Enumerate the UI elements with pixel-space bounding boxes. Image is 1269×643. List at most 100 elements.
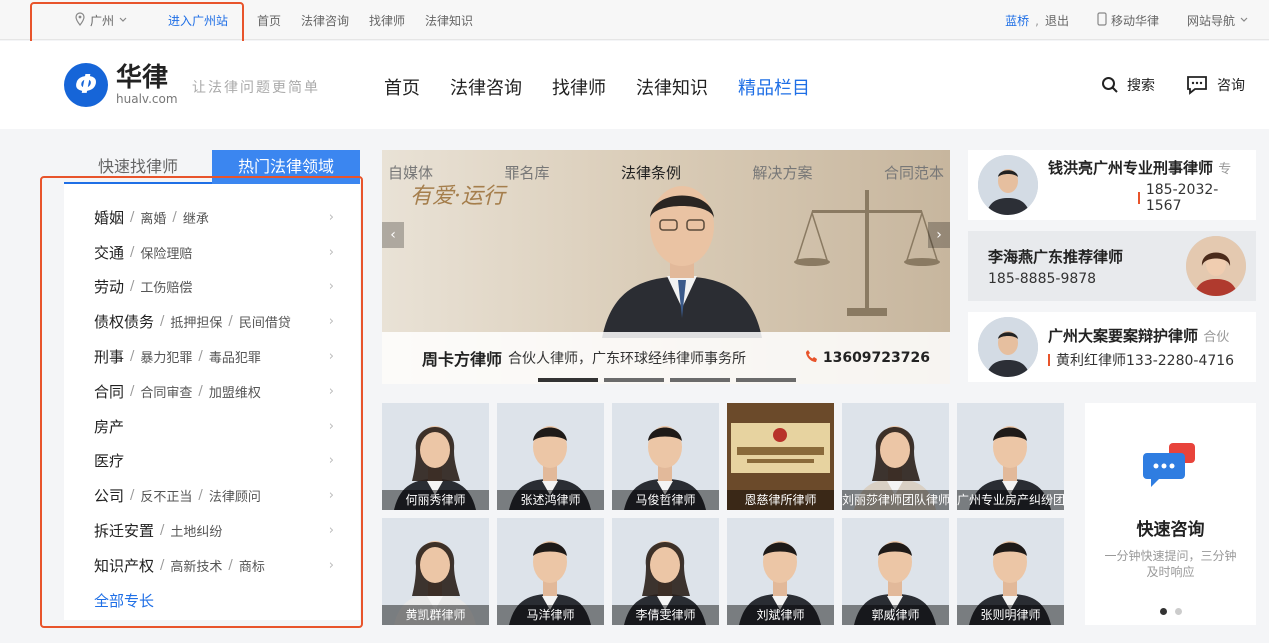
- lawyer-avatar: [1186, 236, 1246, 296]
- featured-lawyer-card-2[interactable]: 李海燕广东推荐律师 185-8885-9878: [968, 231, 1256, 301]
- site-slogan: 让法律问题更简单: [192, 80, 320, 96]
- search-button[interactable]: 搜索: [1101, 75, 1155, 95]
- top-right: 蓝桥 , 退出 移动华律 网站导航: [1005, 12, 1249, 29]
- main-header: Φ 华律 hualv.com 让法律问题更简单 首页 法律咨询 找律师 法律知识…: [0, 41, 1269, 129]
- nav-featured[interactable]: 精品栏目: [738, 74, 810, 100]
- quick-indicator-1[interactable]: [1159, 608, 1167, 615]
- banner-phone-number: 13609723726: [822, 350, 930, 366]
- lawyer-name[interactable]: 李倩雯律师: [612, 605, 719, 625]
- top-nav-consult[interactable]: 法律咨询: [301, 12, 349, 29]
- nav-consult[interactable]: 法律咨询: [450, 74, 522, 100]
- lawyer-grid: 何丽秀律师 张述鸿律师 马俊哲律师 恩慈律所律师 刘丽莎律师团队律师 广州专业房产纠纷团黄…: [382, 403, 1066, 625]
- lawyer-name[interactable]: 黄凯群律师: [382, 605, 489, 625]
- chat-bubble-icon: [1142, 441, 1199, 491]
- lawyer-name[interactable]: 郭威律师: [842, 605, 949, 625]
- lawyer-card[interactable]: 马洋律师: [497, 518, 604, 625]
- phone-marker: [1138, 191, 1140, 204]
- consult-button[interactable]: 咨询: [1185, 75, 1245, 95]
- quick-indicator-2[interactable]: [1174, 608, 1182, 615]
- phone-marker: [1048, 353, 1050, 366]
- nav-knowledge[interactable]: 法律知识: [636, 74, 708, 100]
- lawyer-name[interactable]: 何丽秀律师: [382, 490, 489, 510]
- banner-tab-contracts[interactable]: 合同范本: [884, 162, 944, 183]
- lawyer-card[interactable]: 刘丽莎律师团队律师: [842, 403, 949, 510]
- banner-tab-laws[interactable]: 法律条例: [621, 162, 681, 183]
- site-nav-label: 网站导航: [1186, 14, 1235, 28]
- featured-lawyer-card-1[interactable]: 钱洪亮广州专业刑事律师 专 185-2032-1567: [968, 150, 1256, 220]
- quick-consult-title: 快速咨询: [1136, 520, 1205, 540]
- chat-icon: [1185, 75, 1209, 95]
- lawyer-name[interactable]: 马洋律师: [497, 605, 604, 625]
- lawyer-name[interactable]: 广州专业房产纠纷团: [957, 490, 1064, 510]
- site-logo[interactable]: Φ 华律 hualv.com: [64, 63, 178, 107]
- lawyer-card[interactable]: 张述鸿律师: [497, 403, 604, 510]
- lawyer-card[interactable]: 黄凯群律师: [382, 518, 489, 625]
- mobile-label: 移动华律: [1110, 14, 1159, 28]
- banner-tab-crimes[interactable]: 罪名库: [504, 162, 549, 183]
- lawyer-name[interactable]: 马俊哲律师: [612, 490, 719, 510]
- highlight-box-categories: [40, 176, 363, 628]
- main-nav: 首页 法律咨询 找律师 法律知识 精品栏目: [384, 74, 810, 100]
- banner-indicators: [538, 378, 796, 382]
- nav-find-lawyer[interactable]: 找律师: [552, 74, 606, 100]
- header-actions: 搜索 咨询: [1101, 75, 1245, 95]
- hero-banner[interactable]: 自媒体 罪名库 法律条例 解决方案 合同范本 有爱·运行 ‹ › 周卡方律师 合…: [382, 150, 950, 384]
- lawyer-card[interactable]: 恩慈律所律师: [727, 403, 834, 510]
- logo-cn: 华律: [116, 63, 169, 93]
- lawyer-card[interactable]: 李倩雯律师: [612, 518, 719, 625]
- lawyer-card[interactable]: 广州专业房产纠纷团: [957, 403, 1064, 510]
- logout-link[interactable]: 退出: [1045, 12, 1069, 29]
- banner-indicator-3[interactable]: [670, 378, 730, 382]
- lawyer-portrait-image: [602, 186, 762, 338]
- card-phone: 黄利红律师133-2280-4716: [1056, 352, 1235, 369]
- card-subtitle: 专: [1218, 161, 1232, 177]
- lawyer-card[interactable]: 张则明律师: [957, 518, 1064, 625]
- lawyer-card[interactable]: 郭威律师: [842, 518, 949, 625]
- phone-icon: [1097, 12, 1107, 29]
- lawyer-avatar: [978, 155, 1038, 215]
- lawyer-name[interactable]: 张述鸿律师: [497, 490, 604, 510]
- banner-indicator-1[interactable]: [538, 378, 598, 382]
- card-phone: 185-2032-1567: [1145, 181, 1219, 214]
- banner-lawyer-name[interactable]: 周卡方律师: [422, 346, 502, 370]
- quick-consult-desc: 一分钟快速提问，三分钟及时响应: [1104, 549, 1237, 579]
- quick-consult-indicators: [1085, 608, 1256, 615]
- banner-tab-solutions[interactable]: 解决方案: [752, 162, 812, 183]
- top-nav-find-lawyer[interactable]: 找律师: [369, 12, 405, 29]
- banner-lawyer-desc: 合伙人律师，广东环球经纬律师事务所: [508, 351, 747, 367]
- nav-home[interactable]: 首页: [384, 74, 420, 100]
- card-phone: 185-8885-9878: [988, 270, 1097, 287]
- lawyer-name[interactable]: 刘斌律师: [727, 605, 834, 625]
- consult-label: 咨询: [1217, 78, 1245, 94]
- banner-indicator-4[interactable]: [736, 378, 796, 382]
- banner-next-button[interactable]: ›: [928, 222, 950, 248]
- lawyer-name[interactable]: 张则明律师: [957, 605, 1064, 625]
- top-nav-home[interactable]: 首页: [257, 12, 281, 29]
- lawyer-name[interactable]: 恩慈律所律师: [727, 490, 834, 510]
- lawyer-name[interactable]: 刘丽莎律师团队律师: [842, 490, 949, 510]
- banner-prev-button[interactable]: ‹: [382, 222, 404, 248]
- search-icon: [1101, 76, 1119, 94]
- banner-indicator-2[interactable]: [604, 378, 664, 382]
- banner-caption: 周卡方律师 合伙人律师，广东环球经纬律师事务所 13609723726: [382, 332, 950, 384]
- lawyer-avatar: [978, 317, 1038, 377]
- phone-call-icon: [805, 349, 819, 367]
- logo-icon: Φ: [64, 63, 108, 107]
- lawyer-card[interactable]: 马俊哲律师: [612, 403, 719, 510]
- justice-scale-image: [794, 190, 940, 316]
- mobile-link[interactable]: 移动华律: [1097, 12, 1159, 29]
- lawyer-card[interactable]: 刘斌律师: [727, 518, 834, 625]
- featured-lawyer-card-3[interactable]: 广州大案要案辩护律师 合伙 黄利红律师133-2280-4716: [968, 312, 1256, 382]
- search-label: 搜索: [1127, 78, 1155, 94]
- top-nav-knowledge[interactable]: 法律知识: [425, 12, 473, 29]
- lawyer-card[interactable]: 何丽秀律师: [382, 403, 489, 510]
- banner-slogan: 有爱·运行: [410, 184, 505, 209]
- username-link[interactable]: 蓝桥: [1005, 12, 1029, 29]
- quick-consult-card[interactable]: 快速咨询 一分钟快速提问，三分钟及时响应: [1085, 403, 1256, 625]
- logo-en: hualv.com: [116, 92, 178, 106]
- site-nav-dropdown[interactable]: 网站导航: [1187, 12, 1249, 29]
- top-nav: 首页 法律咨询 找律师 法律知识: [257, 12, 473, 29]
- card-title: 钱洪亮广州专业刑事律师: [1048, 158, 1214, 177]
- chevron-down-icon: [1239, 14, 1249, 28]
- banner-phone: 13609723726: [805, 349, 930, 367]
